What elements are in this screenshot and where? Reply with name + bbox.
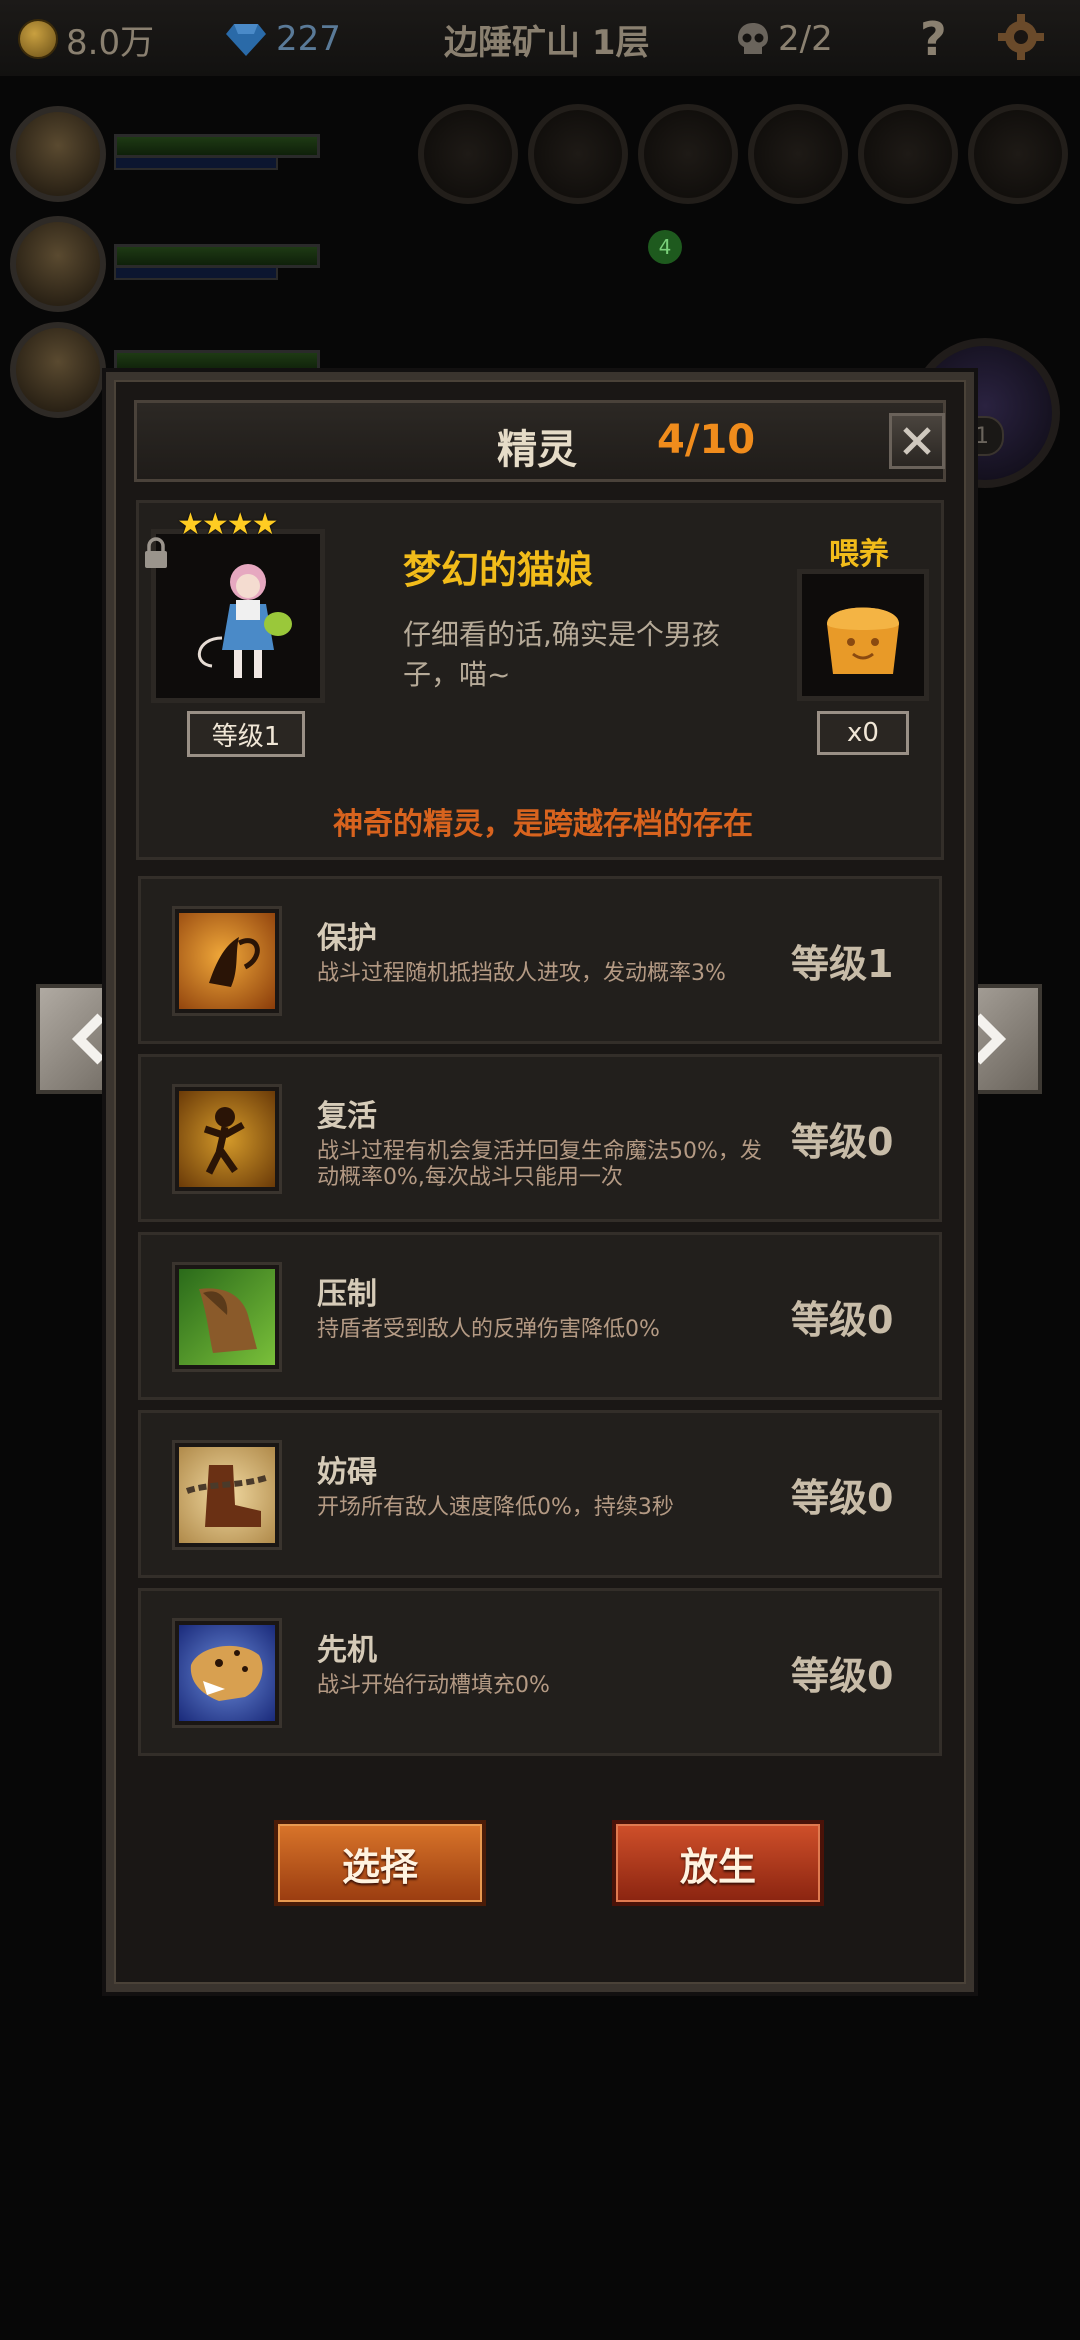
dialog-header: 精灵 4/10 xyxy=(134,400,946,482)
equipment-slot[interactable] xyxy=(418,104,518,204)
skill-description: 战斗过程随机抵挡敌人进攻，发动概率3% xyxy=(317,961,726,986)
hero-portrait xyxy=(10,322,106,418)
skill-name: 压制 xyxy=(317,1277,377,1312)
equipment-slot[interactable] xyxy=(528,104,628,204)
release-label: 放生 xyxy=(679,1844,756,1889)
feed-slot[interactable] xyxy=(797,569,929,701)
close-button[interactable] xyxy=(889,413,945,469)
spirit-info-panel: ★★★★ 等级1 梦幻的猫娘 仔细看的话,确实是个男孩子，喵~ 喂养 x0 神奇… xyxy=(136,500,944,860)
skill-row[interactable]: 复活 战斗过程有机会复活并回复生命魔法50%，发动概率0%,每次战斗只能用一次 … xyxy=(138,1054,942,1222)
close-icon xyxy=(903,427,931,455)
badge-count: 4 xyxy=(658,235,672,259)
mana-bar xyxy=(114,156,278,170)
release-button[interactable]: 放生 xyxy=(612,1820,824,1906)
catgirl-portrait xyxy=(197,564,292,678)
equipment-slot[interactable] xyxy=(638,104,738,204)
fairy-icon xyxy=(175,909,279,1013)
gold-value: 8.0万 xyxy=(66,22,155,63)
leopard-icon xyxy=(175,1621,279,1725)
skill-row[interactable]: 压制 持盾者受到敌人的反弹伤害降低0% 等级0 xyxy=(138,1232,942,1400)
skill-name: 保护 xyxy=(317,921,377,956)
star-rating: ★★★★ xyxy=(177,507,279,542)
spirit-level-tag: 等级1 xyxy=(187,711,305,757)
skill-name: 先机 xyxy=(317,1633,377,1668)
spirit-tagline: 神奇的精灵，是跨越存档的存在 xyxy=(333,807,753,842)
top-bar: 8.0万 227 边陲矿山 1层 2/2 ? xyxy=(0,0,1080,78)
gem-value: 227 xyxy=(276,19,341,59)
health-bar xyxy=(114,350,320,374)
skill-description: 战斗过程有机会复活并回复生命魔法50%，发动概率0%,每次战斗只能用一次 xyxy=(317,1139,762,1190)
settings-button[interactable] xyxy=(996,12,1046,62)
feed-label: 喂养 xyxy=(829,537,889,572)
skill-level: 等级1 xyxy=(791,942,894,986)
equipment-slot[interactable] xyxy=(968,104,1068,204)
hero-portrait xyxy=(10,216,106,312)
skill-row[interactable]: 妨碍 开场所有敌人速度降低0%，持续3秒 等级0 xyxy=(138,1410,942,1578)
health-bar xyxy=(114,244,320,268)
skill-description: 开场所有敌人速度降低0%，持续3秒 xyxy=(317,1495,674,1520)
help-button[interactable]: ? xyxy=(920,12,947,66)
hero-slot[interactable] xyxy=(10,216,330,316)
skill-level: 等级0 xyxy=(791,1120,894,1164)
feed-count-tag: x0 xyxy=(817,711,909,755)
skull-value: 2/2 xyxy=(778,19,833,59)
spirit-description: 仔细看的话,确实是个男孩子，喵~ xyxy=(403,618,720,691)
skull-icon xyxy=(738,23,768,54)
skill-level: 等级0 xyxy=(791,1654,894,1698)
chained-boot-icon xyxy=(175,1443,279,1547)
skill-level: 等级0 xyxy=(791,1298,894,1342)
spirit-level: 等级1 xyxy=(211,721,281,752)
diamond-icon xyxy=(226,24,266,56)
coin-icon xyxy=(18,19,58,59)
skill-row[interactable]: 先机 战斗开始行动槽填充0% 等级0 xyxy=(138,1588,942,1756)
feed-count: x0 xyxy=(847,718,879,748)
equipment-slot[interactable] xyxy=(858,104,958,204)
select-button[interactable]: 选择 xyxy=(274,1820,486,1906)
lock-icon[interactable] xyxy=(143,537,169,569)
skull-counter: 2/2 xyxy=(734,14,833,64)
skill-level: 等级0 xyxy=(791,1476,894,1520)
boss-badge-count: 1 xyxy=(975,423,989,449)
spirit-dialog: 精灵 4/10 ★★★★ 等级1 梦幻的猫娘 仔细看的话,确实是个男孩子，喵~ … xyxy=(106,372,974,1992)
spirit-name: 梦幻的猫娘 xyxy=(403,548,594,592)
equipment-slot[interactable] xyxy=(748,104,848,204)
select-label: 选择 xyxy=(341,1844,418,1889)
notification-badge: 4 xyxy=(648,230,682,264)
mana-bar xyxy=(114,266,278,280)
lion-paw-icon xyxy=(175,1265,279,1369)
skill-row[interactable]: 保护 战斗过程随机抵挡敌人进攻，发动概率3% 等级1 xyxy=(138,876,942,1044)
health-bar xyxy=(114,134,320,158)
hero-portrait xyxy=(10,106,106,202)
location-text: 边陲矿山 1层 xyxy=(444,22,650,63)
skill-name: 妨碍 xyxy=(317,1455,377,1490)
question-icon: ? xyxy=(920,12,947,66)
spirit-portrait[interactable] xyxy=(151,529,325,703)
gold-counter: 8.0万 xyxy=(18,14,154,64)
dialog-title: 精灵 xyxy=(497,427,577,473)
gem-counter: 227 xyxy=(226,14,341,64)
skill-description: 战斗开始行动槽填充0% xyxy=(317,1673,550,1698)
hero-slot[interactable] xyxy=(10,106,330,206)
spirit-count: 4/10 xyxy=(657,417,756,463)
location-name: 边陲矿山 1层 xyxy=(444,14,650,64)
skill-description: 持盾者受到敌人的反弹伤害降低0% xyxy=(317,1317,660,1342)
bread-icon xyxy=(827,607,899,674)
gear-icon xyxy=(998,14,1044,60)
skill-name: 复活 xyxy=(317,1099,377,1134)
monkey-icon xyxy=(175,1087,279,1191)
